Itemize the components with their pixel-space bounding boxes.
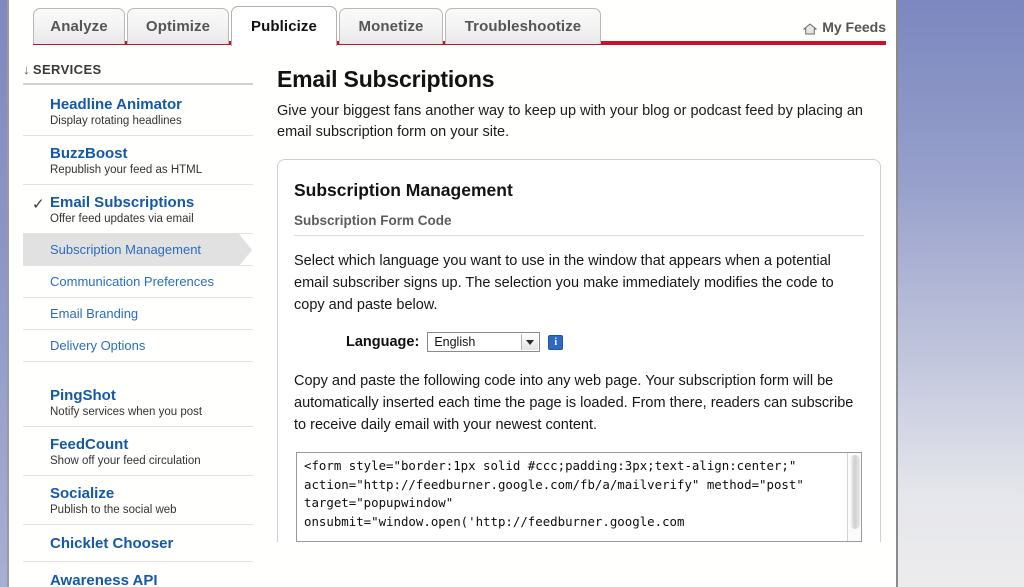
- language-select[interactable]: English: [427, 332, 541, 352]
- sidebar-subitem-label: Communication Preferences: [50, 274, 215, 289]
- arrow-down-icon: ↓: [23, 62, 30, 77]
- sidebar-item-desc: Show off your feed circulation: [50, 455, 201, 467]
- language-row: Language: English i: [346, 332, 864, 352]
- sidebar-item-socialize[interactable]: Socialize Publish to the social web: [23, 476, 253, 525]
- my-feeds-label: My Feeds: [822, 19, 886, 35]
- tab-troubleshootize[interactable]: Troubleshootize: [445, 8, 601, 44]
- sidebar-item-name: Socialize: [50, 485, 115, 502]
- services-section-header: ↓ SERVICES: [23, 62, 253, 85]
- sidebar-item-delivery-options[interactable]: Delivery Options: [23, 330, 253, 362]
- language-instructions: Select which language you want to use in…: [294, 253, 834, 313]
- sidebar-item-name: Chicklet Chooser: [50, 535, 174, 552]
- browser-page: Analyze Optimize Publicize Monetize Trou…: [9, 0, 896, 587]
- sidebar-subitem-label: Email Branding: [50, 306, 139, 321]
- home-icon: [802, 22, 818, 35]
- code-instructions: Copy and paste the following code into a…: [294, 373, 854, 433]
- desktop-left-strip: [0, 0, 7, 587]
- sidebar-item-name: Headline Animator: [50, 96, 182, 113]
- language-select-value: English: [434, 335, 476, 349]
- subscription-management-panel: Subscription Management Subscription For…: [277, 159, 881, 542]
- main-content: Email Subscriptions Give your biggest fa…: [267, 66, 887, 542]
- services-section-label: SERVICES: [32, 62, 102, 77]
- info-icon[interactable]: i: [548, 334, 564, 350]
- tab-analyze[interactable]: Analyze: [33, 8, 125, 44]
- sidebar-item-name: Awareness API: [50, 572, 158, 587]
- tab-optimize[interactable]: Optimize: [127, 8, 229, 44]
- language-label: Language:: [346, 334, 420, 350]
- sidebar-item-desc: Display rotating headlines: [50, 115, 182, 127]
- sidebar-item-chicklet-chooser[interactable]: Chicklet Chooser: [23, 525, 253, 562]
- chevron-down-icon[interactable]: [521, 334, 539, 350]
- sidebar-item-name: FeedCount: [50, 436, 129, 453]
- sidebar-item-desc: Notify services when you post: [50, 406, 203, 418]
- tab-monetize[interactable]: Monetize: [339, 8, 443, 44]
- sidebar-item-email-branding[interactable]: Email Branding: [23, 298, 253, 330]
- sidebar-item-name: PingShot: [50, 387, 116, 404]
- my-feeds-link[interactable]: My Feeds: [802, 19, 886, 35]
- subscription-form-code-value: <form style="border:1px solid #ccc;paddi…: [304, 458, 804, 529]
- sidebar-item-desc: Republish your feed as HTML: [50, 164, 203, 176]
- tab-publicize[interactable]: Publicize: [231, 6, 337, 46]
- sidebar-item-pingshot[interactable]: PingShot Notify services when you post: [23, 378, 253, 427]
- page-title: Email Subscriptions: [277, 66, 495, 92]
- sidebar-item-desc: Publish to the social web: [50, 504, 177, 516]
- sidebar-item-feedcount[interactable]: FeedCount Show off your feed circulation: [23, 427, 253, 476]
- panel-title: Subscription Management: [294, 180, 513, 200]
- tab-bar: Analyze Optimize Publicize Monetize Trou…: [9, 0, 896, 48]
- sidebar-item-name: Email Subscriptions: [50, 194, 195, 211]
- sidebar-subitem-label: Delivery Options: [50, 338, 146, 353]
- subscription-form-code-textarea[interactable]: <form style="border:1px solid #ccc;paddi…: [296, 452, 862, 542]
- check-icon: ✓: [32, 196, 45, 213]
- sidebar-item-email-subscriptions[interactable]: ✓ Email Subscriptions Offer feed updates…: [23, 185, 253, 234]
- panel-subtitle: Subscription Form Code: [294, 213, 864, 236]
- page-intro-text: Give your biggest fans another way to ke…: [277, 103, 863, 140]
- sidebar-item-subscription-management[interactable]: Subscription Management: [23, 234, 253, 266]
- services-sidebar: ↓ SERVICES Headline Animator Display rot…: [23, 62, 253, 587]
- sidebar-item-communication-preferences[interactable]: Communication Preferences: [23, 266, 253, 298]
- sidebar-item-desc: Offer feed updates via email: [50, 213, 194, 225]
- sidebar-item-buzzboost[interactable]: BuzzBoost Republish your feed as HTML: [23, 136, 253, 185]
- sidebar-subitem-label: Subscription Management: [50, 242, 202, 257]
- code-scrollbar[interactable]: [847, 453, 861, 541]
- desktop-background: [896, 0, 1024, 587]
- sidebar-item-headline-animator[interactable]: Headline Animator Display rotating headl…: [23, 87, 253, 136]
- code-scrollbar-thumb[interactable]: [850, 455, 860, 529]
- sidebar-item-name: BuzzBoost: [50, 145, 128, 162]
- sidebar-item-awareness-api[interactable]: Awareness API: [23, 562, 253, 587]
